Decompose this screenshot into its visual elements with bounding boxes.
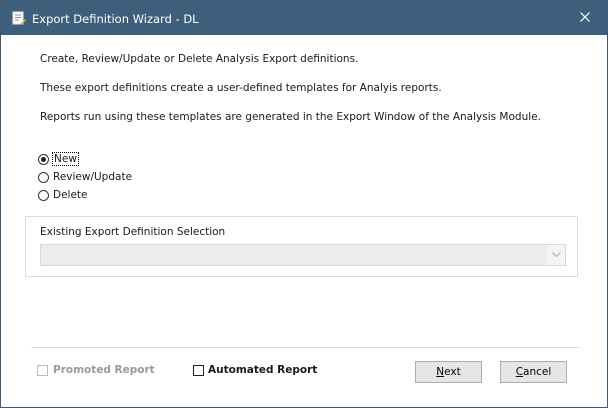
cancel-mnemonic: C — [515, 366, 524, 378]
footer-divider — [31, 347, 579, 348]
wizard-document-icon — [12, 11, 26, 26]
existing-definition-group: Existing Export Definition Selection — [25, 216, 578, 277]
intro-text-2: These export definitions create a user-d… — [40, 82, 442, 94]
automated-report-label: Automated Report — [208, 364, 318, 376]
existing-definition-title: Existing Export Definition Selection — [40, 226, 226, 238]
promoted-report-label: Promoted Report — [53, 364, 155, 376]
automated-report-option[interactable]: Automated Report — [193, 362, 317, 378]
promoted-report-option[interactable]: Promoted Report — [37, 362, 155, 378]
radio-review-update-label: Review/Update — [53, 171, 133, 183]
next-button[interactable]: Next — [415, 361, 482, 383]
close-button[interactable] — [563, 1, 607, 35]
radio-review-update[interactable]: Review/Update — [38, 169, 132, 185]
export-definition-wizard-window: Export Definition Wizard - DL Create, Re… — [0, 0, 608, 408]
radio-delete-label: Delete — [53, 189, 88, 201]
promoted-report-checkbox[interactable] — [37, 364, 48, 376]
radio-delete-button[interactable] — [38, 189, 49, 201]
existing-definition-value — [41, 245, 547, 265]
automated-report-checkbox[interactable] — [193, 364, 204, 376]
window-title: Export Definition Wizard - DL — [32, 12, 199, 26]
existing-definition-dropdown[interactable] — [40, 244, 566, 266]
next-mnemonic: N — [436, 366, 445, 378]
next-label-rest: ext — [444, 366, 461, 378]
radio-review-update-button[interactable] — [38, 171, 49, 183]
title-bar: Export Definition Wizard - DL — [1, 1, 607, 35]
close-icon — [580, 11, 590, 25]
radio-new-button[interactable] — [38, 153, 49, 165]
radio-delete[interactable]: Delete — [38, 187, 88, 203]
cancel-button[interactable]: Cancel — [500, 361, 567, 383]
intro-text-3: Reports run using these templates are ge… — [40, 111, 541, 123]
cancel-label-rest: ancel — [523, 366, 552, 378]
radio-new[interactable]: New — [38, 151, 79, 167]
intro-text-1: Create, Review/Update or Delete Analysis… — [40, 53, 359, 65]
radio-new-label: New — [52, 152, 79, 166]
chevron-down-icon[interactable] — [547, 245, 565, 265]
